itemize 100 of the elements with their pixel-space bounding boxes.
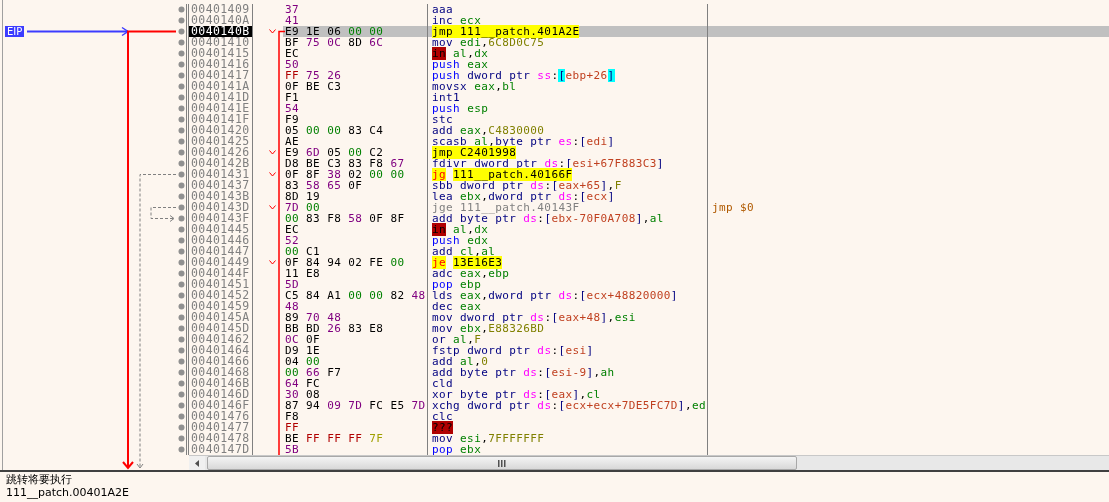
breakpoint-dot-icon[interactable] — [178, 149, 185, 156]
address-cell: 00401425 — [189, 136, 253, 147]
bytes-cell: 0F BE C3 — [283, 81, 428, 92]
address-cell: 0040140A — [189, 15, 253, 26]
breakpoint-dot-icon[interactable] — [178, 380, 185, 387]
address-cell: 0040146F — [189, 400, 253, 411]
address-cell: 00401426 — [189, 147, 253, 158]
bytes-cell: F9 — [283, 114, 428, 125]
breakpoint-dot-icon[interactable] — [178, 83, 185, 90]
bytes-cell: 04 00 — [283, 356, 428, 367]
breakpoint-dot-icon[interactable] — [178, 105, 185, 112]
instruction-cell: fstp dword ptr ds:[esi] — [428, 345, 708, 356]
bytes-cell: AE — [283, 136, 428, 147]
address-cell: 00401466 — [189, 356, 253, 367]
address-cell: 0040141E — [189, 103, 253, 114]
instruction-cell: in al,dx — [428, 48, 708, 59]
breakpoint-dot-icon[interactable] — [178, 391, 185, 398]
breakpoint-dot-icon[interactable] — [178, 160, 185, 167]
instruction-cell: or al,F — [428, 334, 708, 345]
disasm-row[interactable]: 0040140B E9 1E 06 00 00 jmp 111__patch.401A2E — [177, 26, 1109, 37]
breakpoint-dot-icon[interactable] — [178, 347, 185, 354]
instruction-cell: sbb dword ptr ds:[eax+65],F — [428, 180, 708, 191]
address-cell: 0040145A — [189, 312, 253, 323]
bytes-cell: 83 58 65 0F — [283, 180, 428, 191]
breakpoint-dot-icon[interactable] — [178, 61, 185, 68]
breakpoint-dot-icon[interactable] — [178, 17, 185, 24]
address-cell: 00401410 — [189, 37, 253, 48]
instruction-cell: lea ebx,dword ptr ds:[ecx] — [428, 191, 708, 202]
breakpoint-dot-icon[interactable] — [178, 281, 185, 288]
instruction-cell: add byte ptr ds:[esi-9],ah — [428, 367, 708, 378]
breakpoint-dot-icon[interactable] — [178, 116, 185, 123]
instruction-cell: je 13E16E3 — [428, 257, 708, 268]
breakpoint-dot-icon[interactable] — [178, 94, 185, 101]
breakpoint-dot-icon[interactable] — [178, 204, 185, 211]
breakpoint-dot-icon[interactable] — [178, 424, 185, 431]
bytes-cell: EC — [283, 48, 428, 59]
bytes-cell: BB BD 26 83 E8 — [283, 323, 428, 334]
breakpoint-dot-icon[interactable] — [178, 193, 185, 200]
scrollbar-thumb[interactable] — [207, 456, 797, 470]
bytes-cell: C5 84 A1 00 00 82 48 — [283, 290, 428, 301]
breakpoint-dot-icon[interactable] — [178, 336, 185, 343]
breakpoint-dot-icon[interactable] — [178, 413, 185, 420]
breakpoint-dot-icon[interactable] — [178, 6, 185, 13]
breakpoint-dot-icon[interactable] — [178, 226, 185, 233]
breakpoint-dot-icon[interactable] — [178, 138, 185, 145]
address-cell: 0040142B — [189, 158, 253, 169]
instruction-cell: cld — [428, 378, 708, 389]
address-cell: 00401477 — [189, 422, 253, 433]
left-triangle-icon — [195, 459, 199, 467]
address-cell: 00401476 — [189, 411, 253, 422]
bytes-cell: 8D 19 — [283, 191, 428, 202]
breakpoint-dot-icon[interactable] — [178, 215, 185, 222]
scroll-left-button[interactable] — [189, 456, 205, 470]
breakpoint-dot-icon[interactable] — [178, 28, 185, 35]
instruction-cell: jge 111__patch.40143F — [428, 202, 708, 213]
breakpoint-dot-icon[interactable] — [178, 127, 185, 134]
instruction-cell: stc — [428, 114, 708, 125]
breakpoint-dot-icon[interactable] — [178, 270, 185, 277]
instruction-cell: push edx — [428, 235, 708, 246]
bytes-cell: 89 70 48 — [283, 312, 428, 323]
instruction-cell: add eax,C4830000 — [428, 125, 708, 136]
instruction-cell: jmp C2401998 — [428, 147, 708, 158]
breakpoint-dot-icon[interactable] — [178, 182, 185, 189]
bytes-cell: 5D — [283, 279, 428, 290]
bytes-cell: D8 BE C3 83 F8 67 — [283, 158, 428, 169]
instruction-cell: xor byte ptr ds:[eax],cl — [428, 389, 708, 400]
breakpoint-dot-icon[interactable] — [178, 259, 185, 266]
disasm-row[interactable]: 00401431 0F 8F 38 02 00 00 jg 111__patch.40166F — [177, 169, 1109, 180]
instruction-cell: push dword ptr ss:[ebp+26] — [428, 70, 708, 81]
breakpoint-dot-icon[interactable] — [178, 358, 185, 365]
bytes-cell: 87 94 09 7D FC E5 7D — [283, 400, 428, 411]
instruction-cell: add al,0 — [428, 356, 708, 367]
breakpoint-dot-icon[interactable] — [178, 303, 185, 310]
bytes-cell: E9 6D 05 00 C2 — [283, 147, 428, 158]
address-cell: 0040143B — [189, 191, 253, 202]
breakpoint-dot-icon[interactable] — [178, 39, 185, 46]
bytes-cell: 00 66 F7 — [283, 367, 428, 378]
instruction-cell: pop ebp — [428, 279, 708, 290]
breakpoint-dot-icon[interactable] — [178, 435, 185, 442]
breakpoint-dot-icon[interactable] — [178, 237, 185, 244]
instruction-cell: mov esi,7FFFFFFF — [428, 433, 708, 444]
breakpoint-dot-icon[interactable] — [178, 446, 185, 453]
breakpoint-dot-icon[interactable] — [178, 72, 185, 79]
address-cell: 00401446 — [189, 235, 253, 246]
horizontal-scrollbar[interactable] — [189, 455, 1109, 470]
breakpoint-dot-icon[interactable] — [178, 248, 185, 255]
breakpoint-dot-icon[interactable] — [178, 402, 185, 409]
breakpoint-dot-icon[interactable] — [178, 50, 185, 57]
bytes-cell: 0C 0F — [283, 334, 428, 345]
bytes-cell: 64 FC — [283, 378, 428, 389]
breakpoint-dot-icon[interactable] — [178, 292, 185, 299]
address-cell: 0040141F — [189, 114, 253, 125]
address-cell: 0040141D — [189, 92, 253, 103]
breakpoint-dot-icon[interactable] — [178, 325, 185, 332]
breakpoint-dot-icon[interactable] — [178, 314, 185, 321]
bytes-cell: 48 — [283, 301, 428, 312]
address-cell: 0040146D — [189, 389, 253, 400]
breakpoint-dot-icon[interactable] — [178, 369, 185, 376]
address-cell: 00401447 — [189, 246, 253, 257]
breakpoint-dot-icon[interactable] — [178, 171, 185, 178]
